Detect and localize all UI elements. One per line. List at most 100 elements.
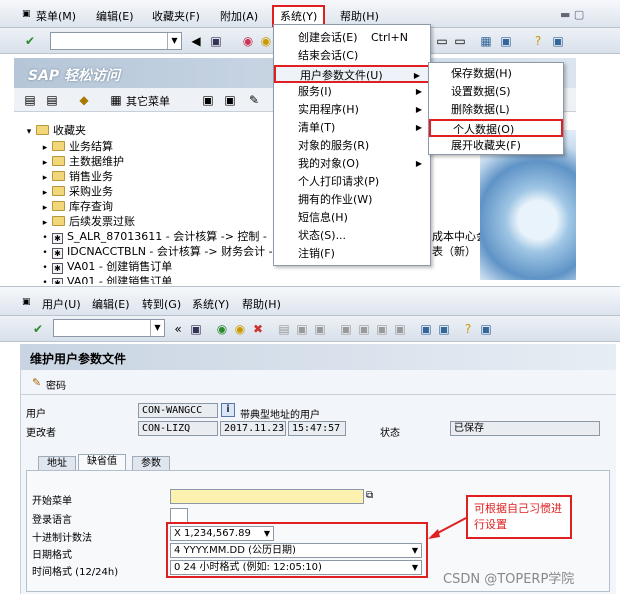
last-page-icon[interactable]: ▣ [392, 321, 408, 337]
user-menu-icon[interactable]: ▤ [22, 92, 38, 108]
expand-icon[interactable]: ▾ [22, 127, 36, 137]
other-menu-icon[interactable]: ▦ [108, 92, 124, 108]
collapsed-icon[interactable]: ▸ [38, 173, 52, 183]
value-help-icon[interactable]: ⧉ [366, 490, 373, 501]
command-field[interactable]: ▼ [50, 32, 182, 50]
menu-item-my-objects[interactable]: 我的对象(O) ▶ [274, 155, 430, 173]
menu-item-utilities[interactable]: 实用程序(H) ▶ [274, 101, 430, 119]
collapsed-icon[interactable]: ▸ [38, 158, 52, 168]
menu-help[interactable]: 帮助(H) [242, 296, 281, 312]
help-icon[interactable]: ? [460, 321, 476, 337]
collapsed-icon[interactable]: ▸ [38, 203, 52, 213]
sap-menu-icon[interactable]: ▤ [44, 92, 60, 108]
submenu-item-hold-data[interactable]: 保存数据(H) [429, 65, 563, 83]
shortcut-icon[interactable]: ▭ [452, 33, 468, 49]
submenu-item-expand-favorites[interactable]: 展开收藏夹(F) [429, 137, 563, 155]
menu-item-end-session[interactable]: 结束会话(C) [274, 47, 430, 65]
previous-page-icon[interactable]: ▣ [356, 321, 372, 337]
tree-transaction[interactable]: • ✱ S_ALR_87013611 - 会计核算 -> 控制 - [38, 228, 267, 244]
menu-edit[interactable]: 编辑(E) [96, 8, 134, 24]
exit-icon[interactable]: ◉ [258, 33, 274, 49]
create-role-icon[interactable]: ▣ [200, 92, 216, 108]
tree-root[interactable]: ▾ 收藏夹 [22, 122, 86, 138]
menu-item-list[interactable]: 清单(T) ▶ [274, 119, 430, 137]
chevron-down-icon[interactable]: ▼ [150, 320, 164, 336]
menu-goto[interactable]: 转到(G) [142, 296, 181, 312]
assign-users-icon[interactable]: ▣ [222, 92, 238, 108]
tree-folder[interactable]: ▸ 业务结算 [38, 138, 113, 154]
menu-item-print-requests[interactable]: 个人打印请求(P) [274, 173, 430, 191]
time-format-select[interactable]: 0 24 小时格式 (例如: 12:05:10) ▼ [170, 560, 422, 575]
back-arrow-icon[interactable]: ◀ [188, 33, 204, 49]
shortcut-icon[interactable]: ▣ [436, 321, 452, 337]
menu-item-user-profile[interactable]: 用户参数文件(U) ▶ [274, 65, 430, 83]
date-format-select[interactable]: 4 YYYY.MM.DD (公历日期) ▼ [170, 543, 422, 558]
app-menu-icon[interactable]: ▣ [22, 9, 31, 19]
command-field[interactable]: ▼ [53, 319, 165, 337]
other-menu-button[interactable]: 其它菜单 [126, 93, 170, 109]
new-session-icon[interactable]: ▣ [418, 321, 434, 337]
add-favorite-icon[interactable]: ◆ [76, 92, 92, 108]
submenu-item-delete-data[interactable]: 删除数据(L) [429, 101, 563, 119]
menu-item-create-session[interactable]: 创建会话(E) Ctrl+N [274, 29, 430, 47]
app-menu-icon[interactable]: ▣ [22, 297, 31, 307]
folder-icon [52, 216, 65, 226]
help-icon[interactable]: ? [530, 33, 546, 49]
exit-icon[interactable]: ◉ [232, 321, 248, 337]
monitor-icon[interactable]: ▣ [498, 33, 514, 49]
tree-transaction[interactable]: • ✱ IDCNACCTBLN - 会计核算 -> 财务会计 - [38, 243, 273, 259]
new-session-icon[interactable]: ▭ [434, 33, 450, 49]
collapsed-icon[interactable]: ▸ [38, 188, 52, 198]
login-language-input[interactable] [170, 508, 188, 523]
layout-menu-icon[interactable]: ▦ [478, 33, 494, 49]
tree-folder[interactable]: ▸ 库存查询 [38, 198, 113, 214]
window-controls-icon[interactable]: ▬ ▢ [560, 8, 584, 21]
save-icon[interactable]: ▣ [208, 33, 224, 49]
enter-check-icon[interactable]: ✔ [22, 33, 38, 49]
find-next-icon[interactable]: ▣ [312, 321, 328, 337]
back-nav-icon[interactable]: ◉ [214, 321, 230, 337]
menu-item-status[interactable]: 状态(S)... [274, 227, 430, 245]
enter-check-icon[interactable]: ✔ [30, 321, 46, 337]
tree-folder[interactable]: ▸ 采购业务 [38, 183, 113, 199]
customize-icon[interactable]: ▣ [550, 33, 566, 49]
tree-transaction[interactable]: • ✱ VA01 - 创建销售订单 [38, 258, 172, 274]
next-page-icon[interactable]: ▣ [374, 321, 390, 337]
submenu-item-own-data[interactable]: 个人数据(O) [429, 119, 563, 137]
customize-icon[interactable]: ▣ [478, 321, 494, 337]
tree-folder[interactable]: ▸ 主数据维护 [38, 153, 124, 169]
password-icon[interactable]: ✎ [32, 376, 41, 389]
password-button[interactable]: 密码 [46, 377, 66, 392]
decimal-notation-select[interactable]: X 1,234,567.89 ▼ [170, 526, 274, 541]
save-icon[interactable]: ▣ [188, 321, 204, 337]
menu-edit[interactable]: 编辑(E) [92, 296, 130, 312]
collapsed-icon[interactable]: ▸ [38, 143, 52, 153]
menu-system[interactable]: 系统(Y) [192, 296, 229, 312]
menu-user[interactable]: 用户(U) [42, 296, 81, 312]
status-label: 状态 [380, 428, 400, 439]
find-icon[interactable]: ▣ [294, 321, 310, 337]
change-favorite-icon[interactable]: ✎ [246, 92, 262, 108]
print-icon[interactable]: ▤ [276, 321, 292, 337]
menu-item-services[interactable]: 服务(I) ▶ [274, 83, 430, 101]
menu-menu[interactable]: 菜单(M) [36, 8, 76, 24]
info-icon[interactable]: i [221, 403, 235, 417]
menu-favorites[interactable]: 收藏夹(F) [152, 8, 200, 24]
cancel-icon[interactable]: ✖ [250, 321, 266, 337]
menu-item-logoff[interactable]: 注销(F) [274, 245, 430, 263]
back-nav-icon[interactable]: ◉ [240, 33, 256, 49]
menu-extras[interactable]: 附加(A) [220, 8, 258, 24]
menu-item-object-services[interactable]: 对象的服务(R) [274, 137, 430, 155]
back-arrow-icon[interactable]: « [170, 321, 186, 337]
submenu-item-set-data[interactable]: 设置数据(S) [429, 83, 563, 101]
chevron-down-icon[interactable]: ▼ [167, 33, 181, 49]
tree-folder[interactable]: ▸ 销售业务 [38, 168, 113, 184]
collapsed-icon[interactable]: ▸ [38, 218, 52, 228]
tree-folder[interactable]: ▸ 后续发票过账 [38, 213, 135, 229]
menu-help[interactable]: 帮助(H) [340, 8, 379, 24]
start-menu-input[interactable] [170, 489, 364, 504]
menu-item-own-jobs[interactable]: 拥有的作业(W) [274, 191, 430, 209]
menu-item-short-message[interactable]: 短信息(H) [274, 209, 430, 227]
first-page-icon[interactable]: ▣ [338, 321, 354, 337]
tree-transaction[interactable]: • ✱ VA01 - 创建销售订单 [38, 273, 172, 284]
